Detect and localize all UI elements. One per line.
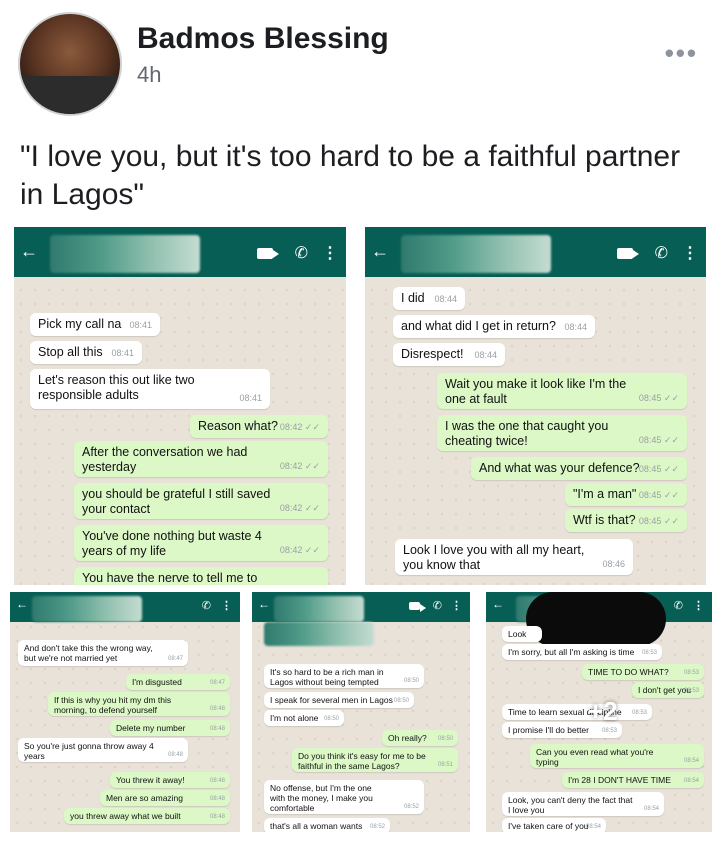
phone-icon: ✆ (294, 245, 308, 262)
post-caption: "I love you, but it's too hard to be a f… (20, 140, 681, 211)
message-incoming: that's all a woman wants 08:52 (264, 818, 390, 832)
more-photos-count[interactable]: +2 (588, 696, 618, 727)
message-outgoing: I'm 28 I DON'T HAVE TIME 08:54 (562, 772, 704, 788)
message-outgoing: You have the nerve to tell me to (74, 567, 328, 585)
message-incoming: It's so hard to be a rich man in Lagos w… (264, 664, 424, 688)
message-outgoing: You threw it away! 08:48 (110, 772, 230, 788)
back-arrow-icon: ← (20, 241, 38, 261)
message-outgoing: I'm disgusted 08:47 (126, 674, 230, 690)
video-call-icon (408, 601, 426, 612)
message-outgoing: Men are so amazing 08:48 (100, 790, 230, 806)
post-header: Badmos Blessing 4h ••• (0, 0, 720, 125)
message-incoming: Look I love you with all my heart, you k… (395, 539, 633, 575)
message-outgoing: TIME TO DO WHAT? 08:53 (582, 664, 704, 680)
message-incoming: Pick my call na 08:41 (30, 313, 160, 336)
back-arrow-icon: ← (258, 597, 270, 611)
message-outgoing: Can you even read what you're typing 08:5… (530, 744, 704, 768)
chat-top-bar: ← ✆ ⋮ (14, 227, 346, 277)
message-incoming: No offense, but I'm the one with the mon… (264, 780, 424, 814)
blurred-contact (274, 596, 364, 622)
message-outgoing: And what was your defence? 08:45 ✓✓ (471, 457, 687, 480)
message-outgoing: you threw away what we built 08:48 (64, 808, 230, 824)
message-incoming: and what did I get in return? 08:44 (393, 315, 595, 338)
message-outgoing: Reason what? 08:42 ✓✓ (190, 415, 328, 438)
message-outgoing: "I'm a man" 08:45 ✓✓ (565, 483, 687, 506)
blurred-contact (50, 235, 200, 273)
message-incoming: Disrespect! 08:44 (393, 343, 505, 366)
message-incoming: I speak for several men in Lagos 08:50 (264, 692, 414, 708)
author-name[interactable]: Badmos Blessing (137, 22, 389, 56)
message-outgoing: Wtf is that? 08:45 ✓✓ (565, 509, 687, 532)
message-outgoing: Oh really? 08:50 (382, 730, 458, 746)
phone-icon: ✆ (432, 600, 442, 612)
post-timestamp[interactable]: 4h (137, 62, 161, 88)
message-incoming: So you're just gonna throw away 4 years 0… (18, 738, 188, 762)
message-incoming: Stop all this 08:41 (30, 341, 142, 364)
message-outgoing: Delete my number 08:48 (110, 720, 230, 736)
message-incoming: I'm sorry, but all I'm asking is time 08:… (502, 644, 662, 660)
message-incoming: Time to learn sexual discipline 08:53 (502, 704, 652, 720)
message-incoming: And don't take this the wrong way, but w… (18, 640, 188, 666)
phone-icon: ✆ (654, 245, 668, 262)
message-incoming: Let's reason this out like two responsib… (30, 369, 270, 409)
chat-screenshot-4[interactable]: ← ✆ ⋮ It's so hard to be a rich man in L… (252, 592, 470, 832)
message-outgoing: You've done nothing but waste 4 years of… (74, 525, 328, 561)
blurred-contact (32, 596, 142, 622)
message-incoming: I've taken care of you 08:54 (502, 818, 606, 832)
message-incoming: Look, you can't deny the fact that I lov… (502, 792, 664, 816)
kebab-menu-icon: ⋮ (221, 600, 232, 612)
message-outgoing: I don't get you 08:53 (632, 682, 704, 698)
blurred-contact (401, 235, 551, 273)
phone-icon: ✆ (673, 600, 683, 612)
blurred-contact (264, 622, 374, 646)
chat-top-bar: ← ✆ ⋮ (365, 227, 706, 277)
message-outgoing: Do you think it's easy for me to be fait… (292, 748, 458, 772)
message-incoming: I did 08:44 (393, 287, 465, 310)
chat-screenshot-1[interactable]: ← ✆ ⋮ Pick my call na 08:41 Stop all this… (14, 227, 346, 585)
back-arrow-icon: ← (492, 597, 504, 611)
back-arrow-icon: ← (371, 241, 389, 261)
video-call-icon (256, 247, 279, 259)
chat-top-bar: ← ✆ ⋮ (252, 592, 470, 622)
post-options-icon[interactable]: ••• (665, 38, 698, 69)
back-arrow-icon: ← (16, 597, 28, 611)
kebab-menu-icon: ⋮ (451, 600, 462, 612)
author-avatar[interactable] (18, 12, 122, 116)
redaction-blob (526, 592, 666, 646)
kebab-menu-icon: ⋮ (693, 600, 704, 612)
video-call-icon (616, 247, 639, 259)
message-outgoing: After the conversation we had yesterday 0… (74, 441, 328, 477)
chat-screenshot-2[interactable]: ← ✆ ⋮ I did 08:44 and what did I get in r… (365, 227, 706, 585)
phone-icon: ✆ (201, 600, 211, 612)
message-outgoing: I was the one that caught you cheating t… (437, 415, 687, 451)
chat-screenshot-3[interactable]: ← ✆ ⋮ And don't take this the wrong way,… (10, 592, 240, 832)
message-outgoing: you should be grateful I still saved you… (74, 483, 328, 519)
message-outgoing: If this is why you hit my dm this mornin… (48, 692, 230, 716)
chat-top-bar: ← ✆ ⋮ (10, 592, 240, 622)
kebab-menu-icon: ⋮ (322, 245, 338, 262)
kebab-menu-icon: ⋮ (682, 245, 698, 262)
message-outgoing: Wait you make it look like I'm the one a… (437, 373, 687, 409)
message-incoming: Look (502, 626, 542, 642)
message-incoming: I'm not alone 08:50 (264, 710, 344, 726)
